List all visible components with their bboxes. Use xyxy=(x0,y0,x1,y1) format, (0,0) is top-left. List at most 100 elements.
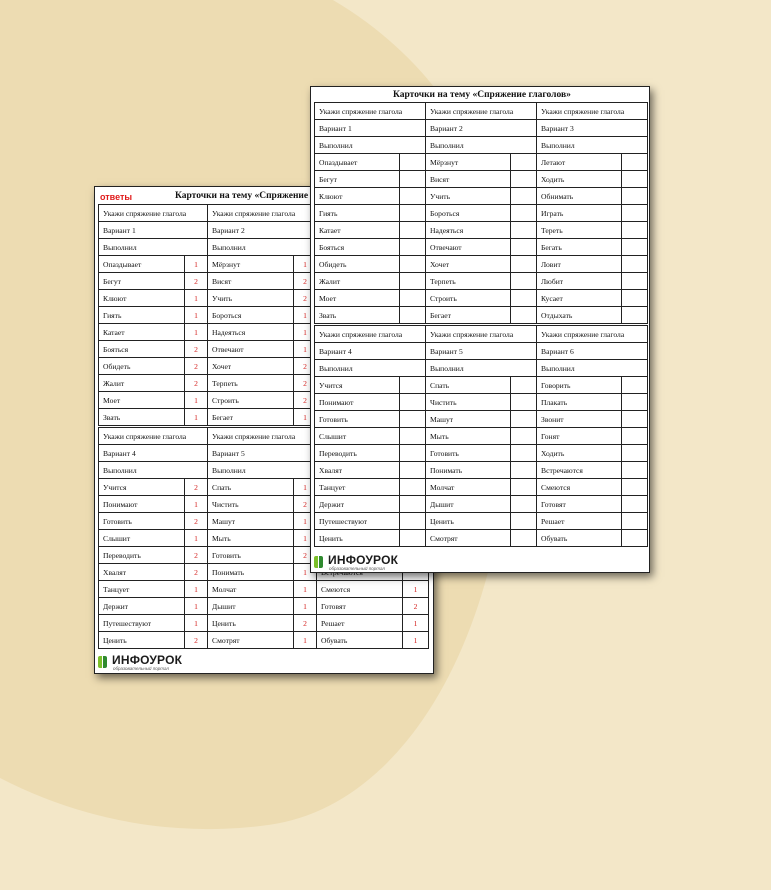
verb-row: Переводить Готовить Ходить xyxy=(314,444,649,462)
answer-blank xyxy=(398,427,427,445)
verb-cell: Дышит xyxy=(425,495,512,513)
verb-cell: Слышит xyxy=(98,529,185,547)
answer-blank xyxy=(398,495,427,513)
verb-cell: Ценить xyxy=(207,614,295,632)
answer-blank xyxy=(621,495,649,513)
card-header-row: Укажи спряжение глагола Укажи спряжение г… xyxy=(313,325,649,343)
verb-row: Моет Строить Кусает xyxy=(314,289,649,307)
verb-row: Учится Спать Говорить xyxy=(314,376,649,394)
answer-blank xyxy=(510,376,538,394)
answer-cell: 2 xyxy=(183,563,209,581)
verb-cell: Клюют xyxy=(314,187,400,205)
answer-blank xyxy=(510,306,538,324)
answer-cell: 1 xyxy=(293,597,318,615)
answer-blank xyxy=(398,529,427,547)
logo-mark-icon xyxy=(314,556,325,568)
verb-row: Танцует Молчат Смеются xyxy=(314,478,649,496)
answer-blank xyxy=(398,238,427,256)
answer-cell: 2 xyxy=(402,597,430,615)
answer-blank xyxy=(510,393,538,411)
verb-cell: Путешествуют xyxy=(98,614,185,632)
verb-cell: Хвалят xyxy=(314,461,400,479)
answer-blank xyxy=(621,170,649,188)
answer-blank xyxy=(398,255,427,273)
answer-blank xyxy=(510,410,538,428)
answer-cell: 1 xyxy=(183,323,209,341)
infourok-logo: ИНФОУРОК образовательный портал xyxy=(314,553,414,571)
answer-blank xyxy=(398,221,427,239)
verb-cell: Моет xyxy=(314,289,400,307)
verb-cell: Гонят xyxy=(536,427,623,445)
answer-blank xyxy=(398,478,427,496)
answer-blank xyxy=(398,306,427,324)
verb-cell: Танцует xyxy=(314,478,400,496)
verb-cell: Смотрят xyxy=(425,529,512,547)
verb-cell: Готовить xyxy=(98,512,185,530)
verb-cell: Смеются xyxy=(316,580,404,598)
verb-cell: Обидеть xyxy=(98,357,185,375)
verb-cell: Кусает xyxy=(536,289,623,307)
variant-label: Вариант 1 xyxy=(313,119,427,137)
verb-cell: Клюют xyxy=(98,289,185,307)
verb-row: Понимают Чистить Плакать xyxy=(314,393,649,411)
answer-cell: 1 xyxy=(183,614,209,632)
verb-row: Звать Бегает Отдыхать xyxy=(314,306,649,324)
verb-cell: Бегут xyxy=(98,272,185,290)
answer-blank xyxy=(398,187,427,205)
verb-row: Гиять Бороться Играть xyxy=(314,204,649,222)
answer-blank xyxy=(398,512,427,530)
verb-cell: Учить xyxy=(425,187,512,205)
verb-cell: Молчат xyxy=(207,580,295,598)
variant-label: Вариант 5 xyxy=(207,444,318,462)
verb-cell: Понимают xyxy=(98,495,185,513)
answer-blank xyxy=(398,170,427,188)
verb-cell: Отвечают xyxy=(425,238,512,256)
answer-blank xyxy=(510,272,538,290)
sheet-title: Карточки на тему «Спряжение глаголов» xyxy=(393,90,571,100)
verb-cell: Готовить xyxy=(425,444,512,462)
answer-cell: 1 xyxy=(293,631,318,649)
answer-cell: 2 xyxy=(183,374,209,392)
verb-cell: Опаздывает xyxy=(98,255,185,273)
answer-blank xyxy=(621,221,649,239)
verb-cell: Смеются xyxy=(536,478,623,496)
verb-cell: Любит xyxy=(536,272,623,290)
verb-cell: Плакать xyxy=(536,393,623,411)
answer-cell: 1 xyxy=(183,306,209,324)
verb-cell: Решает xyxy=(316,614,404,632)
done-label: Выполнил xyxy=(313,359,427,377)
task-label: Укажи спряжение глагола xyxy=(207,427,318,445)
answer-blank xyxy=(621,478,649,496)
card-header-row: Укажи спряжение глагола Укажи спряжение г… xyxy=(313,102,649,120)
task-sheet: Карточки на тему «Спряжение глаголов» Ук… xyxy=(310,86,650,573)
verb-row: Держит Дышит Готовят xyxy=(314,495,649,513)
answer-blank xyxy=(621,393,649,411)
verb-cell: Понимают xyxy=(314,393,400,411)
verb-cell: Бояться xyxy=(314,238,400,256)
task-label: Укажи спряжение глагола xyxy=(425,102,538,120)
answer-blank xyxy=(510,427,538,445)
answer-blank xyxy=(510,495,538,513)
answer-blank xyxy=(398,272,427,290)
verb-cell: Чистить xyxy=(425,393,512,411)
answer-blank xyxy=(621,376,649,394)
answer-blank xyxy=(510,187,538,205)
verb-cell: Говорить xyxy=(536,376,623,394)
done-label: Выполнил xyxy=(313,136,427,154)
verb-cell: Мёрзнут xyxy=(425,153,512,171)
verb-cell: Звонит xyxy=(536,410,623,428)
card-header-row: ВыполнилВыполнилВыполнил xyxy=(313,136,649,154)
verb-cell: Терпеть xyxy=(425,272,512,290)
verb-cell: Машут xyxy=(207,512,295,530)
answer-cell: 2 xyxy=(183,631,209,649)
answer-blank xyxy=(510,529,538,547)
answer-cell: 2 xyxy=(183,478,209,496)
answer-blank xyxy=(398,393,427,411)
answer-blank xyxy=(510,238,538,256)
verb-row: Обидеть Хочет Ловит xyxy=(314,255,649,273)
variant-label: Вариант 2 xyxy=(425,119,538,137)
verb-cell: Моет xyxy=(98,391,185,409)
verb-cell: Готовят xyxy=(316,597,404,615)
verb-cell: Ценить xyxy=(425,512,512,530)
verb-cell: Переводить xyxy=(314,444,400,462)
